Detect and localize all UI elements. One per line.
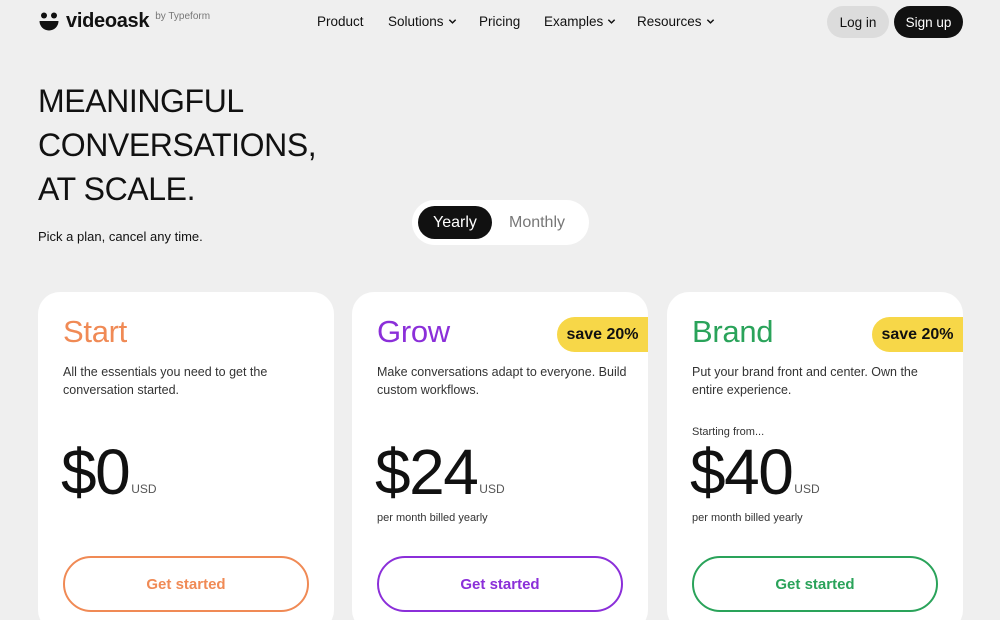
plan-description: All the essentials you need to get the c… [63, 365, 268, 397]
nav-item-label: Solutions [388, 14, 444, 29]
plan-description: Make conversations adapt to everyone. Bu… [377, 365, 627, 397]
pricing-page: videoask by Typeform Product Solutions P… [0, 0, 1000, 620]
plan-price: $40 USD [690, 436, 820, 508]
logo-wordmark: videoask [66, 10, 150, 32]
plan-name: Start [63, 314, 127, 349]
toggle-option-yearly[interactable]: Yearly [418, 206, 492, 239]
videoask-logo[interactable]: videoask by Typeform [38, 9, 210, 33]
page-title: MEANINGFUL CONVERSATIONS, AT SCALE. [38, 79, 368, 211]
chevron-down-icon [448, 19, 456, 24]
top-nav-bar: videoask by Typeform Product Solutions P… [0, 0, 1000, 44]
plan-price: $0 USD [61, 436, 157, 508]
signup-button[interactable]: Sign up [894, 6, 963, 38]
price-note: per month billed yearly [377, 512, 488, 524]
nav-item-solutions[interactable]: Solutions [388, 14, 457, 29]
toggle-option-monthly[interactable]: Monthly [498, 206, 576, 239]
login-button[interactable]: Log in [827, 6, 889, 38]
price-amount: $0 [61, 436, 131, 508]
price-amount: $24 [375, 436, 479, 508]
nav-item-label: Product [317, 14, 364, 29]
get-started-button[interactable]: Get started [377, 556, 623, 612]
page-subtitle: Pick a plan, cancel any time. [38, 229, 203, 244]
save-badge: save 20% [557, 317, 648, 352]
logo-byline: by Typeform [155, 11, 211, 22]
price-note: per month billed yearly [692, 512, 803, 524]
save-badge: save 20% [872, 317, 963, 352]
plan-description: Put your brand front and center. Own the… [692, 365, 918, 397]
plan-card-brand: Brand save 20% Put your brand front and … [667, 292, 963, 620]
plan-card-start: Start All the essentials you need to get… [38, 292, 334, 620]
price-currency: USD [479, 482, 505, 496]
nav-item-label: Resources [637, 14, 702, 29]
get-started-button[interactable]: Get started [63, 556, 309, 612]
nav-item-resources[interactable]: Resources [637, 14, 715, 29]
chevron-down-icon [608, 19, 616, 24]
price-currency: USD [794, 482, 820, 496]
plan-name: Brand [692, 314, 774, 349]
price-currency: USD [131, 482, 157, 496]
plan-name: Grow [377, 314, 450, 349]
page-title-line: CONVERSATIONS, [38, 127, 317, 163]
get-started-button[interactable]: Get started [692, 556, 938, 612]
smile-logo-icon [39, 12, 59, 31]
nav-item-pricing[interactable]: Pricing [479, 14, 520, 29]
page-title-line: MEANINGFUL [38, 83, 244, 119]
billing-toggle: Yearly Monthly [412, 200, 589, 245]
nav-item-label: Pricing [479, 14, 521, 29]
page-title-line: AT SCALE. [38, 171, 196, 207]
chevron-down-icon [706, 19, 714, 24]
price-amount: $40 [690, 436, 794, 508]
nav-item-label: Examples [544, 14, 604, 29]
plan-card-grow: Grow save 20% Make conversations adapt t… [352, 292, 648, 620]
plan-price: $24 USD [375, 436, 505, 508]
nav-item-examples[interactable]: Examples [544, 14, 616, 29]
nav-item-product[interactable]: Product [317, 14, 364, 29]
